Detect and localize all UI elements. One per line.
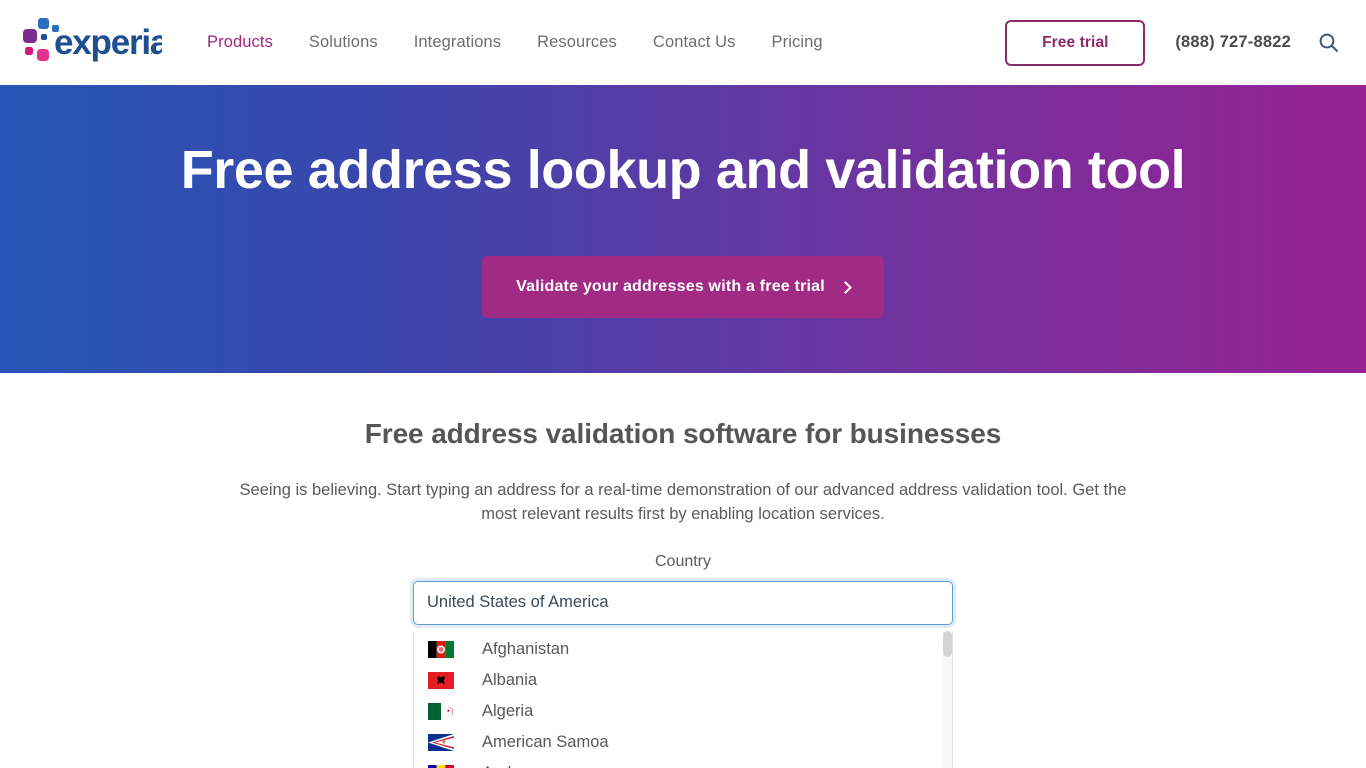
hero-cta-label: Validate your addresses with a free tria… xyxy=(516,278,825,296)
country-option-label: Albania xyxy=(482,670,538,689)
country-option-andorra[interactable]: Andorra xyxy=(414,758,952,768)
country-option-american-samoa[interactable]: American Samoa xyxy=(414,727,952,758)
search-icon[interactable] xyxy=(1316,31,1340,55)
search-icon-svg xyxy=(1319,33,1338,52)
dropdown-scrollbar[interactable] xyxy=(943,630,952,768)
country-option-label: Andorra xyxy=(482,764,541,768)
flag-icon-afghanistan xyxy=(428,640,454,658)
country-option-label: Afghanistan xyxy=(482,639,570,658)
flag-icon-american-samoa xyxy=(428,733,454,751)
flag-ad-svg xyxy=(428,764,454,768)
dropdown-scrollbar-thumb[interactable] xyxy=(943,630,952,657)
country-input[interactable] xyxy=(413,580,953,625)
country-option-albania[interactable]: Albania xyxy=(414,665,952,696)
nav-item-integrations[interactable]: Integrations xyxy=(396,34,519,51)
nav-item-pricing[interactable]: Pricing xyxy=(754,34,841,51)
experian-logo-svg: experian . ™ xyxy=(23,17,162,62)
svg-text:experian: experian xyxy=(54,23,162,62)
country-option-afghanistan[interactable]: Afghanistan xyxy=(414,634,952,665)
hero-cta-button[interactable]: Validate your addresses with a free tria… xyxy=(482,256,884,319)
nav-item-resources[interactable]: Resources xyxy=(519,34,635,51)
free-trial-button[interactable]: Free trial xyxy=(1005,19,1146,66)
flag-icon-algeria xyxy=(428,702,454,720)
flag-icon-albania xyxy=(428,671,454,689)
hero-title: Free address lookup and validation tool xyxy=(180,140,1186,200)
country-option-list: Afghanistan Albania Algeria American Sam… xyxy=(414,631,952,768)
nav-item-solutions[interactable]: Solutions xyxy=(291,34,396,51)
flag-as-svg xyxy=(428,733,454,751)
header-actions: Free trial (888) 727-8822 xyxy=(1005,19,1348,66)
chevron-right-icon xyxy=(839,281,852,294)
phone-number[interactable]: (888) 727-8822 xyxy=(1175,33,1291,52)
flag-dz-svg xyxy=(428,702,454,720)
flag-icon-andorra xyxy=(428,764,454,768)
address-lookup-form: Country Afghanistan xyxy=(413,552,953,768)
section-description: Seeing is believing. Start typing an add… xyxy=(239,481,1127,524)
country-dropdown: Afghanistan Albania Algeria American Sam… xyxy=(413,630,953,768)
section-title: Free address validation software for bus… xyxy=(364,418,1002,449)
site-header: experian . ™ Products Solutions Integrat… xyxy=(0,0,1366,85)
svg-text:™: ™ xyxy=(153,41,161,50)
hero-banner: Free address lookup and validation tool … xyxy=(0,85,1366,373)
country-option-label: Algeria xyxy=(482,701,534,720)
country-option-algeria[interactable]: Algeria xyxy=(414,696,952,727)
main-navigation: Products Solutions Integrations Resource… xyxy=(189,0,841,85)
experian-logo[interactable]: experian . ™ xyxy=(22,15,167,71)
nav-item-products[interactable]: Products xyxy=(189,34,291,51)
flag-af-svg xyxy=(428,640,454,658)
country-label: Country xyxy=(654,552,712,570)
main-content: Free address validation software for bus… xyxy=(0,373,1366,768)
flag-al-svg xyxy=(428,671,454,689)
country-option-label: American Samoa xyxy=(482,732,609,751)
nav-item-contact-us[interactable]: Contact Us xyxy=(635,34,754,51)
